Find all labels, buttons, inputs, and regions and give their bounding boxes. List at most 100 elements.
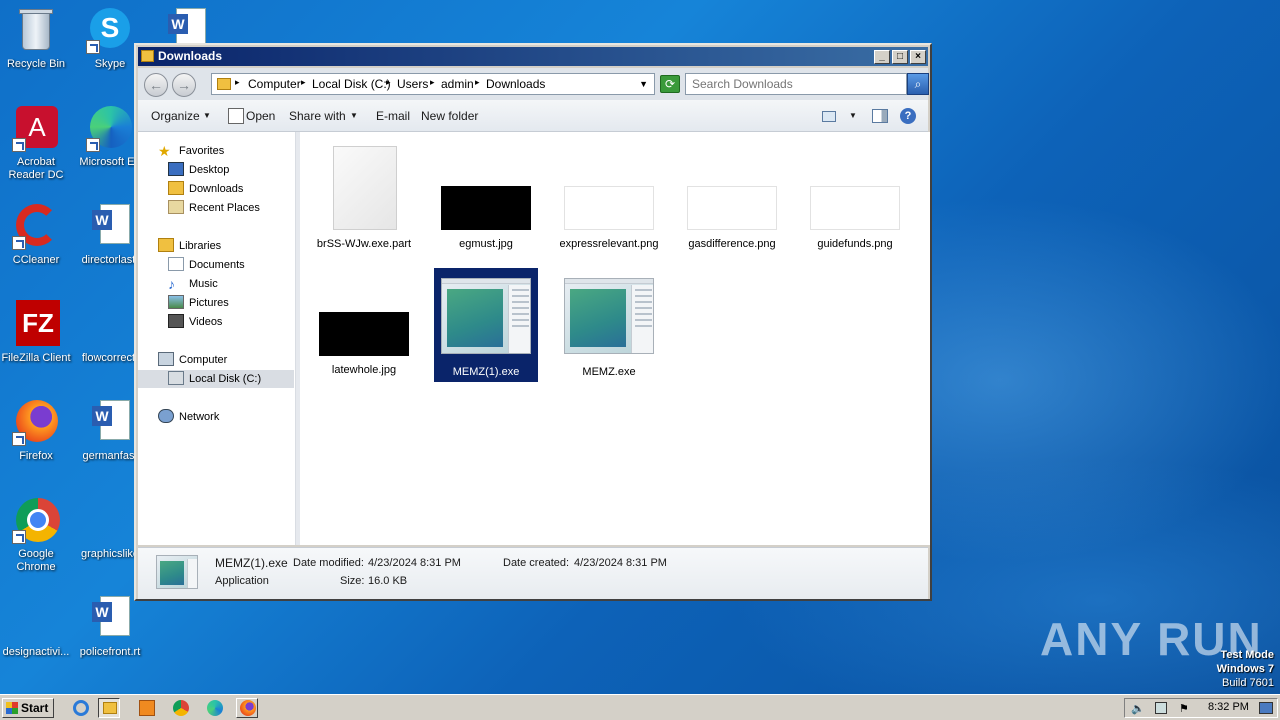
chevron-down-icon: ▼ xyxy=(350,111,358,120)
star-icon: ★ xyxy=(158,143,171,160)
nav-pictures[interactable]: Pictures xyxy=(168,294,229,312)
view-options-icon[interactable] xyxy=(822,111,836,122)
file-item[interactable]: gasdifference.png xyxy=(680,142,784,256)
file-name: MEMZ(1).exe xyxy=(452,366,520,378)
firefox-taskbar-icon[interactable] xyxy=(236,698,258,718)
desktop-icon xyxy=(168,162,184,177)
details-pane: MEMZ(1).exe Date modified: 4/23/2024 8:3… xyxy=(138,547,928,599)
breadcrumb-admin[interactable]: admin xyxy=(441,77,474,91)
desktop-icon-acrobat[interactable]: A Acrobat Reader DC xyxy=(0,104,74,182)
nav-recent-places[interactable]: Recent Places xyxy=(168,199,260,217)
nav-music[interactable]: ♪ Music xyxy=(168,275,218,293)
speaker-icon[interactable]: 🔈 xyxy=(1131,702,1145,715)
organize-button[interactable]: Organize xyxy=(151,109,200,123)
back-button[interactable]: ← xyxy=(144,73,168,97)
file-list: brSS-WJw.exe.part egmust.jpg expressrele… xyxy=(300,132,930,545)
file-item[interactable]: latewhole.jpg xyxy=(312,268,416,382)
nav-label: Recent Places xyxy=(189,202,260,214)
file-item-selected[interactable]: MEMZ(1).exe xyxy=(434,268,538,382)
nav-label: Computer xyxy=(179,354,228,366)
nav-computer[interactable]: Computer xyxy=(158,351,227,369)
search-icon[interactable]: ⌕ xyxy=(907,73,929,95)
nav-downloads[interactable]: Downloads xyxy=(168,180,243,198)
maximize-button[interactable]: □ xyxy=(892,50,908,64)
chevron-down-icon[interactable]: ▼ xyxy=(849,111,857,120)
chevron-right-icon: ▸ xyxy=(386,77,391,87)
desktop-icon-recycle-bin[interactable]: Recycle Bin xyxy=(0,6,74,71)
nav-local-disk[interactable]: Local Disk (C:) xyxy=(138,370,294,388)
new-folder-button[interactable]: New folder xyxy=(421,109,478,123)
open-button[interactable]: Open xyxy=(246,109,275,123)
chevron-right-icon: ▸ xyxy=(430,77,435,87)
show-desktop-icon[interactable] xyxy=(1259,702,1273,714)
ccleaner-icon xyxy=(12,202,60,250)
window-title: Downloads xyxy=(158,49,223,63)
details-modified-label: Date modified: xyxy=(293,557,364,569)
desktop-icon-policefront[interactable]: W policefront.rt xyxy=(72,594,148,659)
forward-button[interactable]: → xyxy=(172,73,196,97)
desktop-icon-firefox[interactable]: Firefox xyxy=(0,398,74,463)
nav-label: Pictures xyxy=(189,297,229,309)
breadcrumb-downloads[interactable]: Downloads xyxy=(486,77,545,91)
image-thumbnail xyxy=(564,186,654,230)
file-item[interactable]: expressrelevant.png xyxy=(557,142,661,268)
nav-network[interactable]: Network xyxy=(158,408,219,426)
image-thumbnail xyxy=(687,186,777,230)
media-player-icon[interactable] xyxy=(136,698,158,718)
file-name: MEMZ.exe xyxy=(582,366,636,378)
chevron-down-icon[interactable]: ▼ xyxy=(639,79,648,89)
details-size-value: 16.0 KB xyxy=(368,575,408,587)
chrome-taskbar-icon[interactable] xyxy=(170,698,192,718)
file-item[interactable]: MEMZ.exe xyxy=(557,268,661,382)
clock[interactable]: 8:32 PM xyxy=(1208,701,1249,713)
test-mode-line: Windows 7 xyxy=(1216,663,1274,675)
desktop-icon-label: policefront.rt xyxy=(79,646,141,658)
minimize-button[interactable]: _ xyxy=(874,50,890,64)
desktop-icon-filezilla[interactable]: FZ FileZilla Client xyxy=(0,300,74,365)
flag-icon[interactable]: ⚑ xyxy=(1179,702,1189,715)
test-mode-line: Build 7601 xyxy=(1222,677,1274,689)
address-row: ← → ▸ Computer ▸ Local Disk (C:) ▸ Users… xyxy=(138,68,929,100)
nav-favorites[interactable]: ★ Favorites xyxy=(158,142,224,160)
file-item[interactable]: guidefunds.png xyxy=(803,142,907,256)
network-tray-icon[interactable] xyxy=(1155,702,1167,714)
recent-places-icon xyxy=(168,200,184,215)
downloads-folder-icon xyxy=(168,181,184,196)
address-bar[interactable]: ▸ Computer ▸ Local Disk (C:) ▸ Users ▸ a… xyxy=(211,73,655,95)
file-name: egmust.jpg xyxy=(459,238,513,250)
edge-taskbar-icon[interactable] xyxy=(204,698,226,718)
desktop-icon-ccleaner[interactable]: CCleaner xyxy=(0,202,74,267)
refresh-icon[interactable]: ⟳ xyxy=(660,75,680,93)
breadcrumb-users[interactable]: Users xyxy=(397,77,428,91)
nav-videos[interactable]: Videos xyxy=(168,313,222,331)
nav-libraries[interactable]: Libraries xyxy=(158,237,221,255)
recycle-bin-icon xyxy=(12,6,60,54)
test-mode-notice: Test Mode Windows 7 Build 7601 xyxy=(1217,648,1274,690)
ie-icon[interactable] xyxy=(70,698,92,718)
search-input[interactable] xyxy=(685,73,907,95)
image-thumbnail xyxy=(810,186,900,230)
start-button[interactable]: Start xyxy=(2,698,54,718)
nav-desktop[interactable]: Desktop xyxy=(168,161,229,179)
help-icon[interactable]: ? xyxy=(900,108,916,124)
nav-documents[interactable]: Documents xyxy=(168,256,245,274)
email-button[interactable]: E-mail xyxy=(376,109,410,123)
nav-label: Downloads xyxy=(189,183,244,195)
blank-document-icon xyxy=(86,300,134,348)
share-with-button[interactable]: Share with xyxy=(289,109,346,123)
title-bar[interactable]: Downloads _ □ × xyxy=(138,47,928,66)
file-item[interactable]: brSS-WJw.exe.part xyxy=(312,142,416,256)
blank-document-icon xyxy=(86,496,134,544)
filezilla-icon: FZ xyxy=(12,300,60,348)
file-name: latewhole.jpg xyxy=(331,364,397,376)
close-button[interactable]: × xyxy=(910,50,926,64)
word-document-icon: W xyxy=(86,594,134,642)
explorer-taskbar-icon[interactable] xyxy=(98,698,120,718)
preview-pane-icon[interactable] xyxy=(872,109,888,123)
file-item[interactable]: egmust.jpg xyxy=(434,142,538,256)
desktop-icon-designactivi[interactable]: designactivi... xyxy=(0,594,74,659)
desktop-icon-chrome[interactable]: Google Chrome xyxy=(0,496,74,574)
breadcrumb-local-disk[interactable]: Local Disk (C:) xyxy=(312,77,391,91)
breadcrumb-computer[interactable]: Computer xyxy=(248,77,301,91)
open-icon xyxy=(228,108,244,124)
